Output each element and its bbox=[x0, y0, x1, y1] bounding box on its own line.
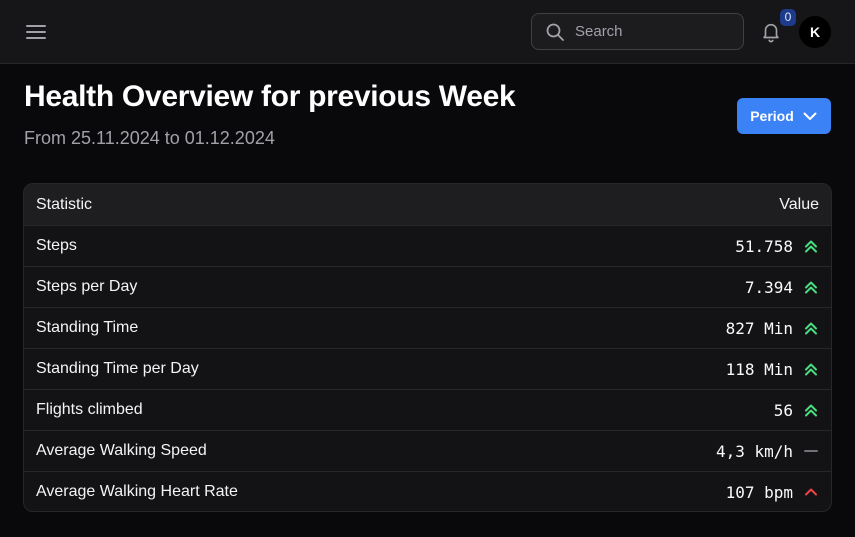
statistic-name: Average Walking Heart Rate bbox=[36, 483, 238, 500]
double-chevron-up-icon bbox=[803, 238, 819, 254]
table-row: Steps 51.758 bbox=[24, 225, 831, 266]
statistic-value-cell: 7.394 bbox=[745, 278, 819, 297]
statistic-name: Steps bbox=[36, 237, 77, 254]
chevron-up-icon bbox=[803, 484, 819, 500]
column-header-statistic: Statistic bbox=[36, 195, 93, 213]
avatar[interactable]: K bbox=[799, 16, 831, 48]
statistic-value: 7.394 bbox=[744, 277, 793, 297]
statistic-value-cell: 118 Min bbox=[726, 360, 819, 379]
top-bar: 0 K bbox=[0, 0, 855, 64]
statistic-value-cell: 4,3 km/h bbox=[716, 442, 819, 461]
statistic-value: 4,3 km/h bbox=[715, 441, 793, 461]
statistic-value-cell: 51.758 bbox=[735, 237, 819, 256]
table-row: Flights climbed 56 bbox=[24, 389, 831, 430]
search-icon bbox=[545, 22, 565, 42]
double-chevron-up-icon bbox=[803, 279, 819, 295]
double-chevron-up-icon bbox=[803, 320, 819, 336]
double-chevron-up-icon bbox=[803, 402, 819, 418]
table-header: Statistic Value bbox=[24, 184, 831, 225]
bell-icon[interactable] bbox=[759, 20, 783, 44]
statistic-name: Steps per Day bbox=[36, 278, 138, 295]
search-input[interactable] bbox=[573, 22, 727, 41]
statistic-value: 51.758 bbox=[735, 236, 793, 256]
statistic-value: 118 Min bbox=[725, 359, 793, 379]
double-chevron-up-icon bbox=[803, 361, 819, 377]
statistic-value-cell: 827 Min bbox=[726, 319, 819, 338]
menu-icon[interactable] bbox=[24, 20, 48, 44]
chevron-down-icon bbox=[802, 108, 818, 124]
statistic-value: 107 bpm bbox=[725, 482, 793, 502]
table-row: Average Walking Speed 4,3 km/h bbox=[24, 430, 831, 471]
column-header-value: Value bbox=[779, 195, 819, 213]
statistic-name: Average Walking Speed bbox=[36, 442, 207, 459]
period-dropdown-button[interactable]: Period bbox=[737, 98, 831, 134]
statistic-name: Standing Time per Day bbox=[36, 360, 199, 377]
search-box[interactable] bbox=[531, 13, 744, 50]
statistic-value: 827 Min bbox=[725, 318, 793, 338]
table-row: Standing Time per Day 118 Min bbox=[24, 348, 831, 389]
table-row: Standing Time 827 Min bbox=[24, 307, 831, 348]
period-button-label: Period bbox=[750, 108, 794, 124]
statistics-table: Statistic Value Steps 51.758 Steps per Day… bbox=[23, 183, 832, 512]
statistic-name: Flights climbed bbox=[36, 401, 143, 418]
statistic-value-cell: 56 bbox=[774, 401, 819, 420]
table-row: Steps per Day 7.394 bbox=[24, 266, 831, 307]
page-title: Health Overview for previous Week bbox=[24, 80, 516, 113]
date-range-subtitle: From 25.11.2024 to 01.12.2024 bbox=[24, 128, 275, 148]
statistic-name: Standing Time bbox=[36, 319, 139, 336]
statistic-value: 56 bbox=[773, 400, 793, 420]
minus-icon bbox=[803, 443, 819, 459]
statistic-value-cell: 107 bpm bbox=[726, 483, 819, 502]
table-row: Average Walking Heart Rate 107 bpm bbox=[24, 471, 831, 511]
notification-badge: 0 bbox=[780, 9, 796, 26]
